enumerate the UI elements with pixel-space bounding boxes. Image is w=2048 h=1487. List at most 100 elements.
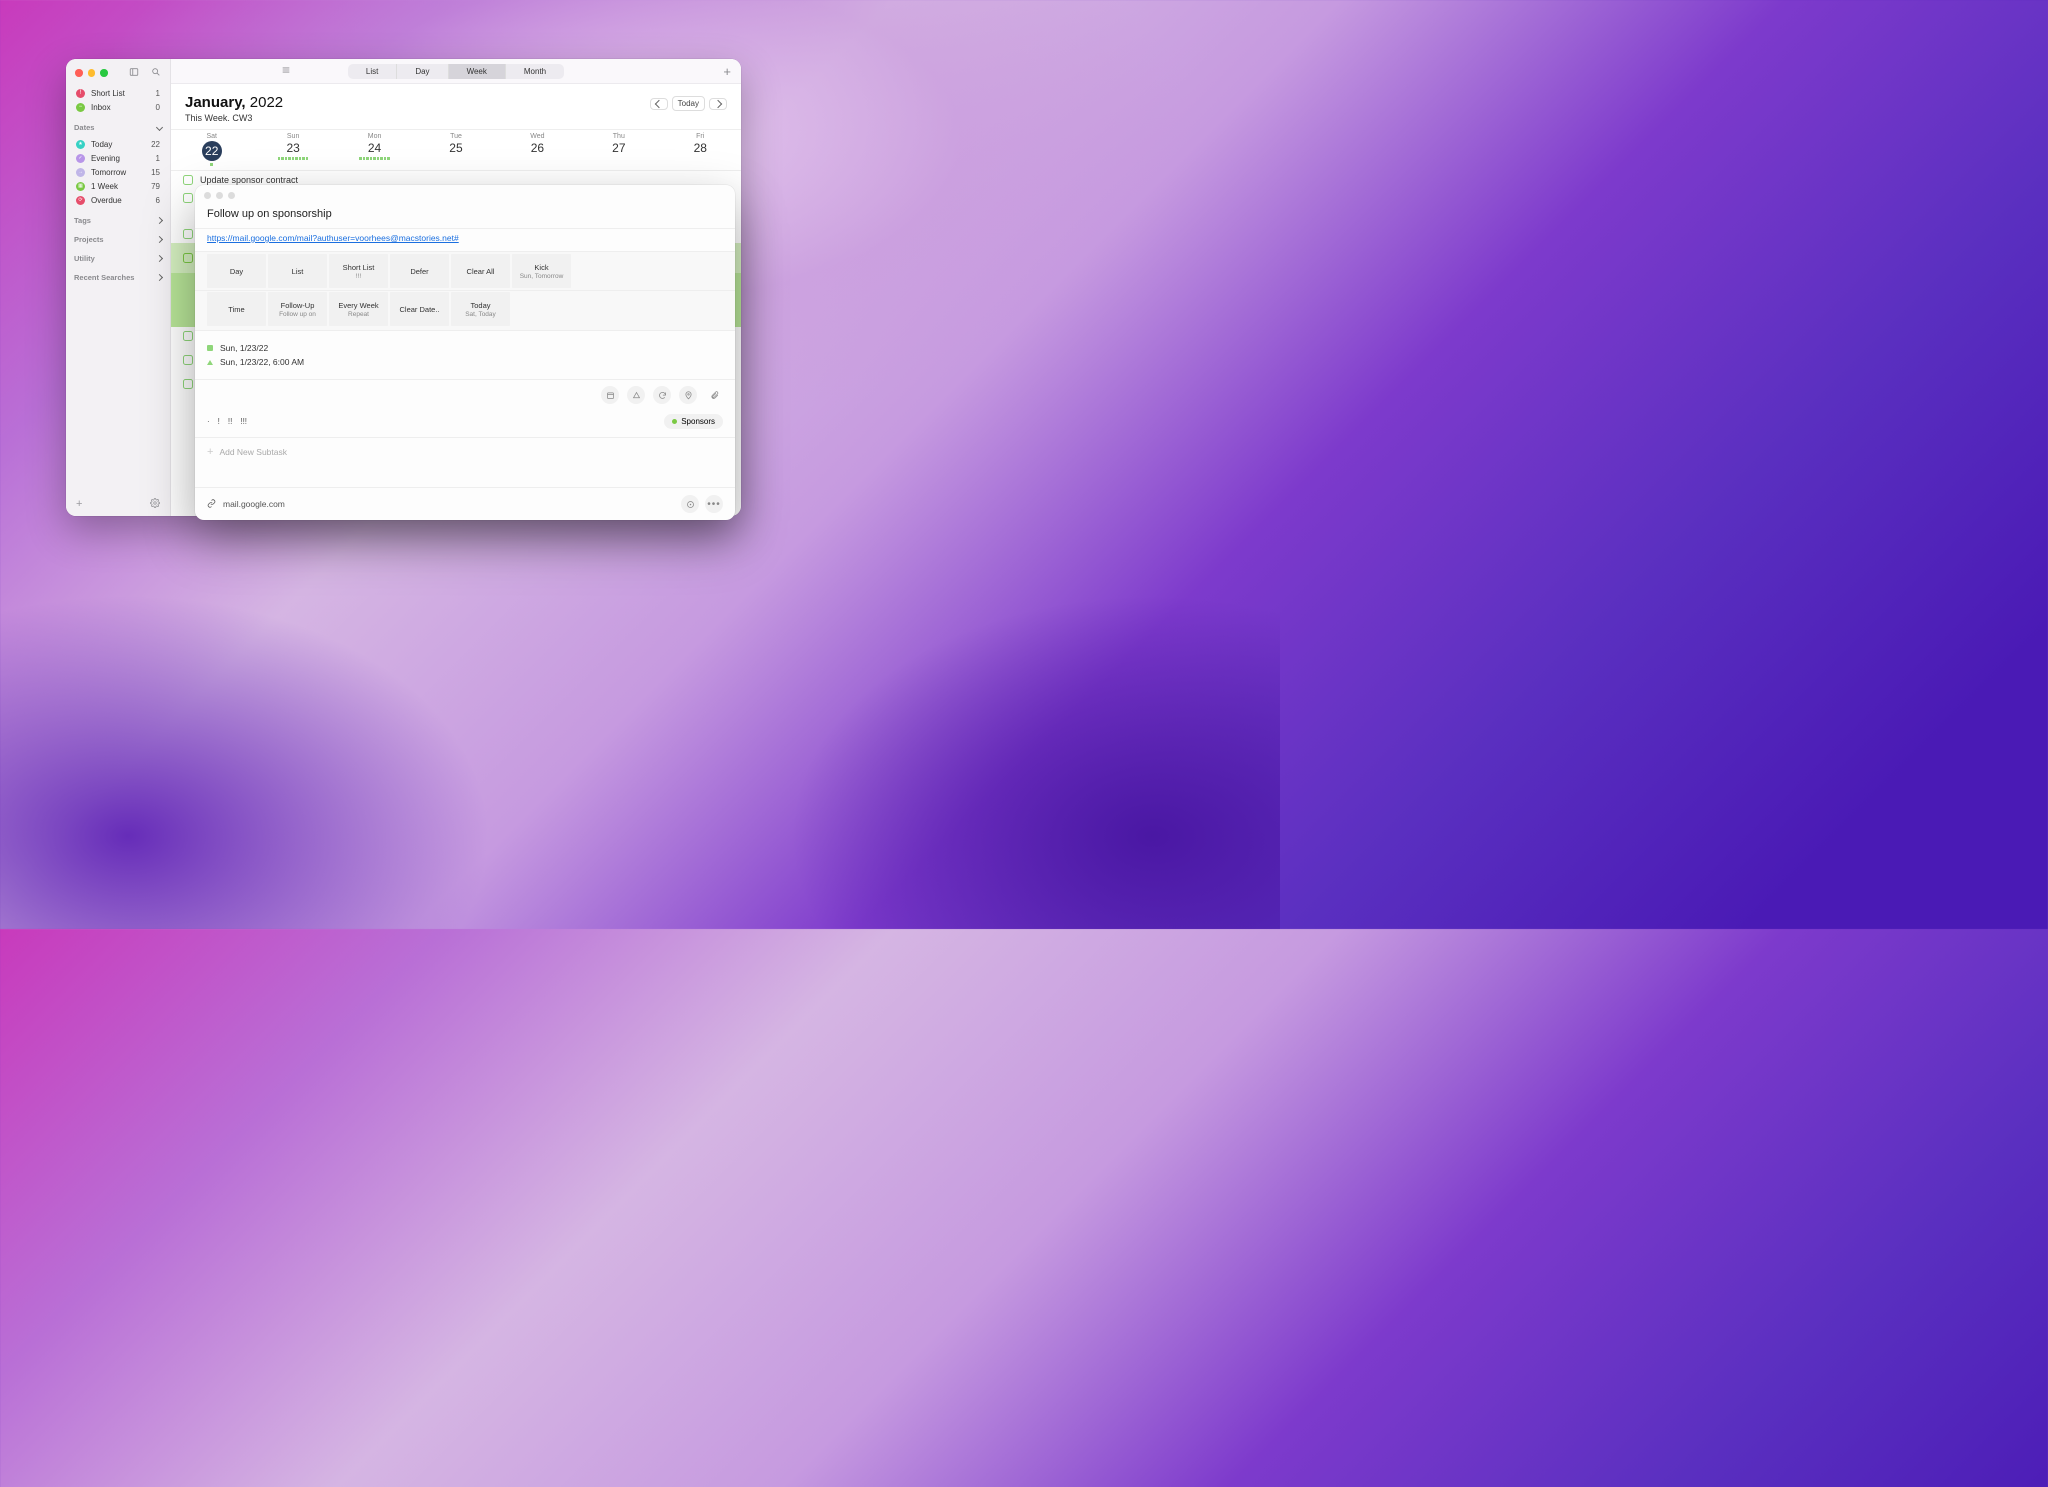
quick-action-follow-up[interactable]: Follow-UpFollow up on (268, 292, 327, 326)
zoom-detail-button[interactable] (228, 192, 235, 199)
quick-action-today[interactable]: TodaySat, Today (451, 292, 510, 326)
day-number: 24 (334, 141, 415, 155)
alert-icon-button[interactable] (627, 386, 645, 404)
day-column[interactable]: Mon24 (334, 133, 415, 166)
today-button[interactable]: Today (672, 96, 705, 111)
chevron-right-icon (156, 236, 163, 243)
sidebar-dates-list: ★ Today 22 ✓ Evening 1 → Tomorrow 15 ▦ 1… (66, 135, 170, 209)
week-days-row: Sat22Sun23Mon24Tue25Wed26Thu27Fri28 (171, 130, 741, 171)
sidebar-item-today[interactable]: ★ Today 22 (72, 137, 164, 151)
task-checkbox[interactable] (183, 229, 193, 239)
quick-action-time[interactable]: Time (207, 292, 266, 326)
sidebar-count: 15 (151, 168, 160, 177)
sidebar-label: Tomorrow (91, 168, 126, 177)
attachment-icon-button[interactable] (705, 386, 723, 404)
sidebar-item-overdue[interactable]: ⟳ Overdue 6 (72, 193, 164, 207)
task-checkbox[interactable] (183, 253, 193, 263)
footer-domain[interactable]: mail.google.com (223, 499, 285, 509)
sidebar-section-tags[interactable]: Tags (66, 209, 170, 228)
sidebar-label: Today (91, 140, 112, 149)
quick-action-list[interactable]: List (268, 254, 327, 288)
sidebar-section-recent[interactable]: Recent Searches (66, 266, 170, 285)
close-detail-button[interactable] (204, 192, 211, 199)
task-checkbox[interactable] (183, 193, 193, 203)
add-list-button[interactable]: + (76, 498, 82, 510)
day-number: 23 (252, 141, 333, 155)
quick-action-clear-date-[interactable]: Clear Date.. (390, 292, 449, 326)
task-checkbox[interactable] (183, 379, 193, 389)
top-toolbar: List Day Week Month + (171, 59, 741, 84)
quick-action-day[interactable]: Day (207, 254, 266, 288)
add-subtask-row[interactable]: + Add New Subtask (195, 438, 735, 466)
task-checkbox[interactable] (183, 175, 193, 185)
sidebar-label: 1 Week (91, 182, 118, 191)
task-checkbox[interactable] (183, 355, 193, 365)
tag-label: Sponsors (681, 417, 715, 426)
day-column[interactable]: Thu27 (578, 133, 659, 166)
day-column[interactable]: Sat22 (171, 133, 252, 166)
priority-selector[interactable]: · ! !! !!! (207, 417, 247, 426)
sidebar-item-tomorrow[interactable]: → Tomorrow 15 (72, 165, 164, 179)
action-label: Kick (534, 263, 548, 272)
segment-week[interactable]: Week (449, 64, 506, 79)
tag-pill[interactable]: Sponsors (664, 414, 723, 429)
sidebar-section-projects[interactable]: Projects (66, 228, 170, 247)
quick-action-every-week[interactable]: Every WeekRepeat (329, 292, 388, 326)
sidebar-item-evening[interactable]: ✓ Evening 1 (72, 151, 164, 165)
segment-day[interactable]: Day (397, 64, 448, 79)
add-task-button[interactable]: + (723, 64, 731, 79)
detail-dates: Sun, 1/23/22 Sun, 1/23/22, 6:00 AM (195, 331, 735, 380)
day-column[interactable]: Sun23 (252, 133, 333, 166)
day-column[interactable]: Fri28 (660, 133, 741, 166)
repeat-icon-button[interactable] (653, 386, 671, 404)
location-icon-button[interactable] (679, 386, 697, 404)
search-icon[interactable] (151, 67, 161, 79)
view-segmented-control: List Day Week Month (348, 64, 564, 79)
close-window-button[interactable] (75, 69, 83, 77)
more-icon-button[interactable]: ••• (705, 495, 723, 513)
minimize-detail-button[interactable] (216, 192, 223, 199)
focus-icon-button[interactable] (681, 495, 699, 513)
menu-icon[interactable] (281, 62, 291, 80)
chevron-right-icon (156, 217, 163, 224)
date-icon-button[interactable] (601, 386, 619, 404)
zoom-window-button[interactable] (100, 69, 108, 77)
settings-icon[interactable] (150, 498, 160, 510)
segment-list[interactable]: List (348, 64, 397, 79)
detail-title[interactable]: Follow up on sponsorship (195, 206, 735, 228)
calendar-year: 2022 (250, 94, 283, 111)
priority-high[interactable]: !!! (240, 417, 247, 426)
detail-due-date[interactable]: Sun, 1/23/22 (207, 341, 723, 355)
sidebar-item-inbox[interactable]: − Inbox 0 (72, 100, 164, 114)
quick-action-clear-all[interactable]: Clear All (451, 254, 510, 288)
detail-metadata-icons (195, 380, 735, 410)
sidebar-section-dates[interactable]: Dates (66, 116, 170, 135)
sidebar-toggle-icon[interactable] (129, 67, 139, 79)
quick-action-short-list[interactable]: Short List!!! (329, 254, 388, 288)
sidebar-count: 1 (156, 154, 160, 163)
quick-action-kick[interactable]: KickSun, Tomorrow (512, 254, 571, 288)
sidebar-section-label: Projects (74, 235, 104, 244)
sidebar-item-shortlist[interactable]: ! Short List 1 (72, 86, 164, 100)
quick-action-defer[interactable]: Defer (390, 254, 449, 288)
day-column[interactable]: Tue25 (415, 133, 496, 166)
day-dots (497, 157, 578, 160)
detail-alarm[interactable]: Sun, 1/23/22, 6:00 AM (207, 355, 723, 369)
day-column[interactable]: Wed26 (497, 133, 578, 166)
action-sublabel: Sat, Today (465, 311, 496, 318)
sidebar-section-utility[interactable]: Utility (66, 247, 170, 266)
next-week-button[interactable] (709, 98, 727, 110)
sidebar-item-week[interactable]: ▦ 1 Week 79 (72, 179, 164, 193)
minimize-window-button[interactable] (88, 69, 96, 77)
segment-month[interactable]: Month (506, 64, 564, 79)
action-label: Short List (343, 263, 375, 272)
priority-med[interactable]: !! (228, 417, 232, 426)
prev-week-button[interactable] (650, 98, 668, 110)
tag-color-dot (672, 419, 677, 424)
detail-notes[interactable]: https://mail.google.com/mail?authuser=vo… (195, 228, 735, 252)
task-checkbox[interactable] (183, 331, 193, 341)
sidebar-count: 6 (156, 196, 160, 205)
detail-link[interactable]: https://mail.google.com/mail?authuser=vo… (207, 233, 459, 243)
priority-low[interactable]: ! (218, 417, 220, 426)
priority-none[interactable]: · (207, 417, 210, 426)
